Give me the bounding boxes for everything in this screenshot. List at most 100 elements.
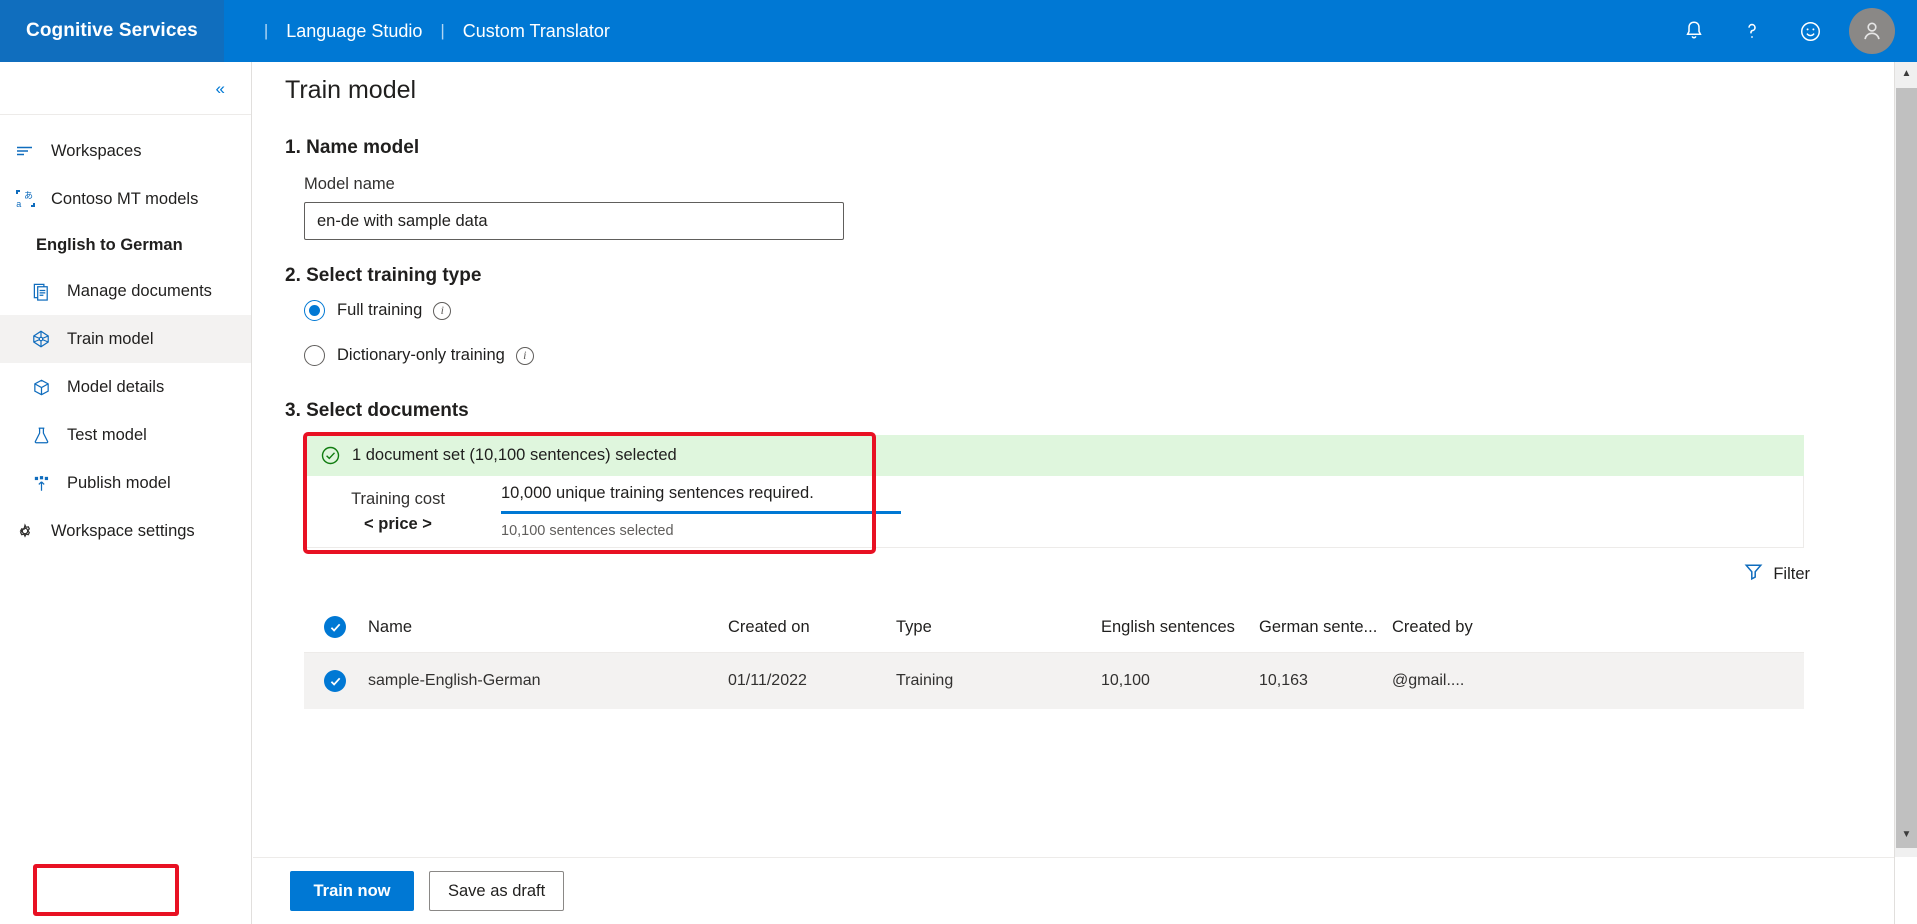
select-all-checkbox-cell[interactable] bbox=[304, 602, 368, 653]
column-header-name[interactable]: Name bbox=[368, 602, 728, 653]
question-mark-icon[interactable] bbox=[1727, 6, 1777, 56]
sidebar-item-label: Train model bbox=[67, 329, 154, 348]
sidebar-item-publish-model[interactable]: Publish model bbox=[0, 459, 251, 507]
filter-label: Filter bbox=[1773, 564, 1810, 583]
sidebar-item-label: Model details bbox=[67, 377, 165, 396]
radio-option-dictionary-only-training[interactable]: Dictionary-only training i bbox=[304, 345, 534, 366]
nav-separator-2: | bbox=[440, 21, 445, 40]
nav-separator-1: | bbox=[263, 21, 269, 40]
cell-english-sentences: 10,100 bbox=[1101, 672, 1150, 689]
radio-dictionary-only-control[interactable] bbox=[304, 345, 325, 366]
sidebar-item-manage-documents[interactable]: Manage documents bbox=[0, 267, 251, 315]
sidebar-item-train-model[interactable]: Train model bbox=[0, 315, 251, 363]
chevron-double-left-icon[interactable]: « bbox=[210, 76, 231, 101]
radio-label: Dictionary-only training bbox=[337, 346, 505, 364]
column-header-type[interactable]: Type bbox=[896, 602, 1101, 653]
check-circle-icon bbox=[320, 445, 341, 466]
flask-icon bbox=[26, 426, 56, 445]
column-header-created-on[interactable]: Created on bbox=[728, 602, 896, 653]
nav-item-language-studio[interactable]: Language Studio bbox=[286, 21, 422, 42]
filter-button[interactable]: Filter bbox=[1743, 561, 1810, 587]
sidebar-nav: Workspaces a あ Contoso MT models English… bbox=[0, 115, 251, 555]
sidebar-collapse-row: « bbox=[0, 62, 251, 115]
radio-full-training-control[interactable] bbox=[304, 300, 325, 321]
left-sidebar: « Workspaces a あ Contoso MT models Engli… bbox=[0, 62, 252, 924]
scroll-up-arrow-icon[interactable]: ▲ bbox=[1895, 62, 1917, 85]
column-header-german-sentences[interactable]: German sente... bbox=[1259, 602, 1392, 653]
smiley-icon[interactable] bbox=[1785, 6, 1835, 56]
nav-item-custom-translator[interactable]: Custom Translator bbox=[463, 21, 610, 42]
cell-created-on: 01/11/2022 bbox=[728, 672, 807, 689]
publish-upload-icon bbox=[26, 474, 56, 493]
cell-created-by: @gmail.... bbox=[1392, 672, 1465, 689]
radio-dot bbox=[309, 305, 320, 316]
sidebar-item-model-details[interactable]: Model details bbox=[0, 363, 251, 411]
svg-text:a: a bbox=[16, 199, 21, 209]
row-checkbox[interactable] bbox=[324, 670, 346, 692]
info-icon[interactable]: i bbox=[433, 301, 452, 320]
info-icon[interactable]: i bbox=[515, 346, 534, 365]
sidebar-item-workspaces[interactable]: Workspaces bbox=[0, 127, 251, 175]
translate-icon: a あ bbox=[10, 189, 40, 210]
scroll-down-arrow-icon[interactable]: ▼ bbox=[1895, 823, 1917, 846]
training-cost-block: Training cost < price > bbox=[317, 490, 479, 534]
sentence-progress-bar bbox=[501, 511, 901, 514]
scrollbar-bottom-strip bbox=[1895, 857, 1917, 924]
step-3-heading: 3. Select documents bbox=[285, 400, 469, 421]
sidebar-item-label: Workspace settings bbox=[51, 521, 195, 540]
sidebar-item-contoso-mt-models[interactable]: a あ Contoso MT models bbox=[0, 175, 251, 223]
main-content: Train model 1. Name model Model name 2. … bbox=[253, 62, 1894, 924]
train-model-form: Train model 1. Name model Model name 2. … bbox=[253, 62, 1873, 857]
banner-text: 1 document set (10,100 sentences) select… bbox=[352, 446, 677, 464]
sidebar-group-english-to-german: English to German bbox=[36, 235, 183, 254]
scrollbar-thumb[interactable] bbox=[1896, 88, 1917, 848]
sentence-progress-fill bbox=[501, 511, 901, 514]
sidebar-item-test-model[interactable]: Test model bbox=[0, 411, 251, 459]
radio-label: Full training bbox=[337, 301, 423, 319]
sentence-requirement-block: 10,000 unique training sentences require… bbox=[501, 484, 901, 539]
user-avatar-icon[interactable] bbox=[1849, 8, 1895, 54]
brand-title: Cognitive Services bbox=[26, 20, 198, 41]
sidebar-item-label: Workspaces bbox=[51, 141, 142, 160]
save-as-draft-button[interactable]: Save as draft bbox=[429, 871, 565, 911]
column-header-created-by[interactable]: Created by bbox=[1392, 602, 1804, 653]
select-all-checkbox[interactable] bbox=[324, 616, 346, 638]
cell-name: sample-English-German bbox=[368, 672, 541, 689]
top-navigation-bar: Cognitive Services | Language Studio | C… bbox=[0, 0, 1917, 62]
table-row[interactable]: sample-English-German 01/11/2022 Trainin… bbox=[304, 652, 1804, 710]
page-title: Train model bbox=[285, 76, 417, 104]
form-action-bar: Train now Save as draft bbox=[253, 857, 1894, 924]
train-model-icon bbox=[26, 329, 56, 349]
model-name-input[interactable] bbox=[304, 202, 844, 240]
sidebar-item-workspace-settings[interactable]: Workspace settings bbox=[0, 507, 251, 555]
required-sentences-text: 10,000 unique training sentences require… bbox=[501, 484, 814, 502]
gear-icon bbox=[10, 521, 40, 541]
cell-german-sentences: 10,163 bbox=[1259, 672, 1308, 689]
svg-text:あ: あ bbox=[24, 190, 33, 200]
training-cost-value: < price > bbox=[364, 514, 432, 533]
model-name-label: Model name bbox=[304, 175, 395, 193]
training-cost-card: Training cost < price > 10,000 unique tr… bbox=[304, 476, 1804, 548]
top-nav-links: | Language Studio | Custom Translator bbox=[224, 0, 610, 62]
table-header-row: Name Created on Type English sentences G… bbox=[304, 602, 1804, 653]
top-bar-actions bbox=[1669, 0, 1917, 62]
vertical-scrollbar[interactable]: ▲ ▼ bbox=[1894, 62, 1917, 924]
step-1-heading: 1. Name model bbox=[285, 137, 420, 158]
brand-block[interactable]: Cognitive Services bbox=[0, 0, 224, 62]
radio-option-full-training[interactable]: Full training i bbox=[304, 300, 452, 321]
row-checkbox-cell[interactable] bbox=[304, 653, 368, 710]
funnel-icon bbox=[1743, 561, 1764, 587]
bell-icon[interactable] bbox=[1669, 6, 1719, 56]
list-lines-icon bbox=[10, 141, 40, 161]
documents-icon bbox=[26, 282, 56, 301]
sidebar-item-label: Manage documents bbox=[67, 281, 212, 300]
cell-type: Training bbox=[896, 672, 954, 689]
train-now-button[interactable]: Train now bbox=[290, 871, 414, 911]
sidebar-item-label: Contoso MT models bbox=[51, 189, 199, 208]
column-header-english-sentences[interactable]: English sentences bbox=[1101, 602, 1259, 653]
cube-icon bbox=[26, 378, 56, 397]
training-cost-label: Training cost bbox=[351, 489, 445, 508]
sidebar-item-label: Publish model bbox=[67, 473, 171, 492]
document-selection-banner: 1 document set (10,100 sentences) select… bbox=[304, 435, 1804, 476]
selected-sentences-text: 10,100 sentences selected bbox=[501, 523, 674, 539]
